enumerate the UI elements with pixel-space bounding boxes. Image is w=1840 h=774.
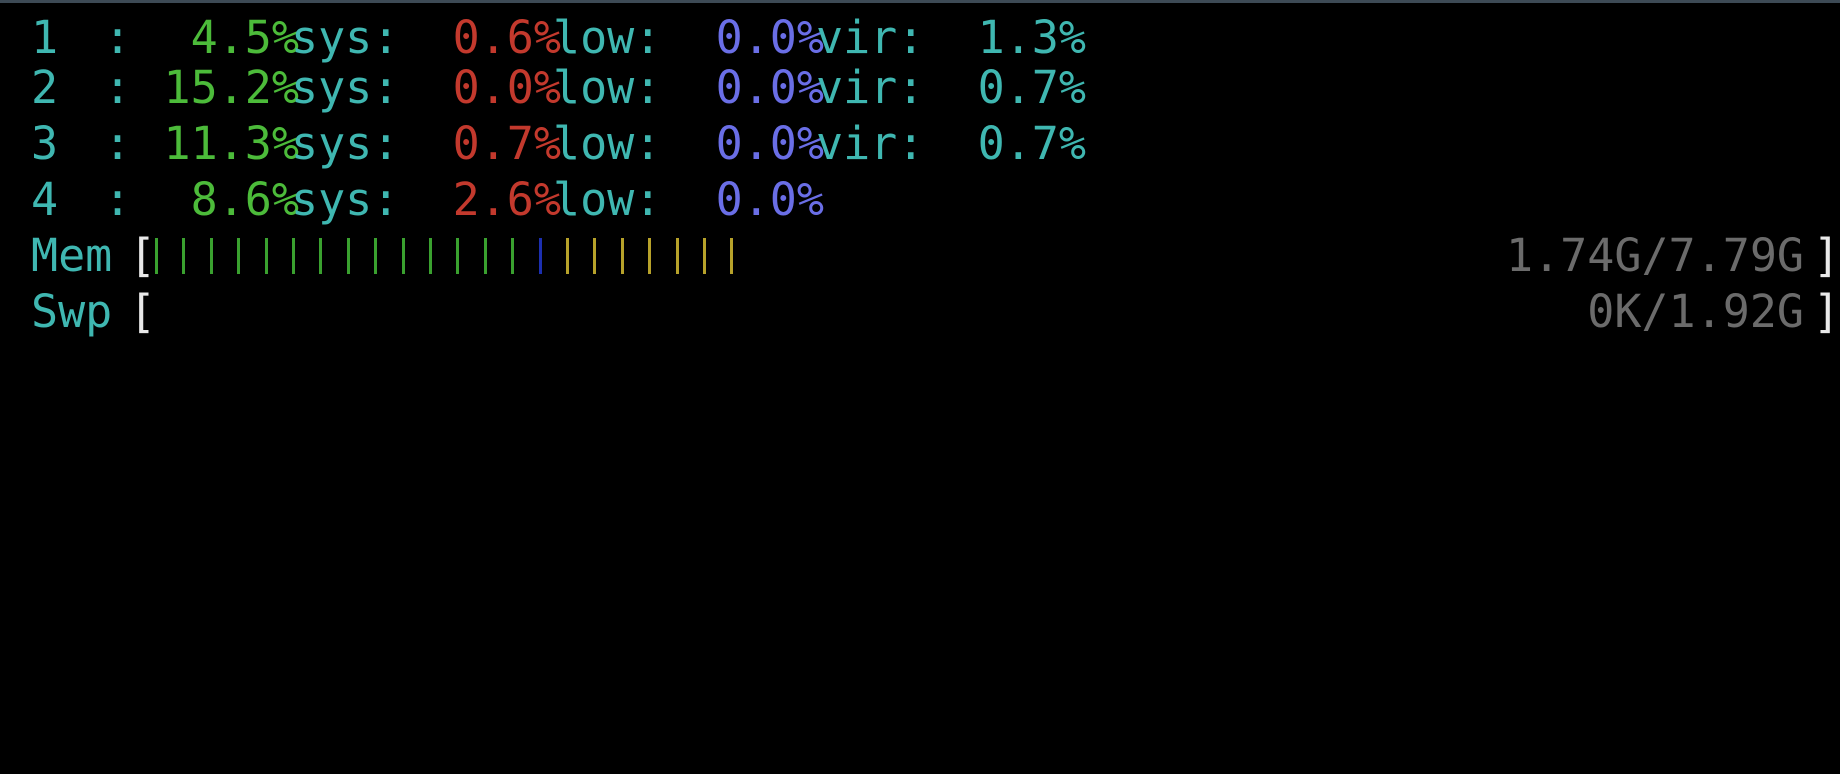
cpu-row-4: 4 : 8.6% sys: 2.6% low: 0.0%: [31, 170, 824, 230]
meter-tick-used: [401, 238, 405, 274]
meter-tick-used: [237, 238, 241, 274]
cpu-low-percent: 0.0%: [715, 117, 824, 170]
cpu-vir-label: vir:: [816, 61, 925, 114]
cpu-id: 3: [31, 117, 59, 170]
swap-usage-value: 0K/1.92G: [1587, 285, 1804, 338]
meter-tick-used: [292, 238, 295, 274]
swap-bar-close-bracket: ]: [1812, 285, 1840, 338]
meter-tick-used: [374, 238, 378, 274]
cpu-separator: :: [104, 117, 132, 170]
meter-tick-used: [209, 238, 213, 274]
cpu-sys-label: sys:: [291, 117, 400, 170]
meter-tick-cache: [620, 238, 624, 274]
meter-tick-used: [456, 238, 460, 274]
meter-tick-used: [511, 238, 515, 274]
cpu-user-percent: 11.3%: [163, 117, 299, 170]
cpu-sys-percent: 0.0%: [452, 61, 561, 114]
cpu-sys-label: sys:: [291, 61, 400, 114]
memory-label: Mem: [31, 229, 113, 282]
cpu-user-percent: 8.6%: [190, 173, 299, 226]
cpu-low-label: low:: [553, 117, 662, 170]
cpu-low-label: low:: [553, 173, 662, 226]
memory-meter: Mem [ 1.74G/7.79G ]: [31, 226, 1840, 286]
memory-bar-open-bracket: [: [129, 229, 157, 282]
cpu-sys-percent: 2.6%: [452, 173, 561, 226]
cpu-separator: :: [104, 173, 132, 226]
cpu-id: 4: [31, 173, 59, 226]
cpu-low-percent: 0.0%: [715, 61, 824, 114]
meter-tick-used: [346, 238, 350, 274]
meter-tick-cache: [703, 238, 706, 274]
cpu-vir-percent: 0.7%: [977, 61, 1086, 114]
meter-tick-cache: [593, 238, 597, 274]
meter-tick-cache: [648, 238, 652, 274]
meter-tick-used: [264, 238, 268, 274]
memory-bar-close-bracket: ]: [1812, 229, 1840, 282]
cpu-vir-label: vir:: [816, 117, 925, 170]
swap-meter: Swp [ 0K/1.92G ]: [31, 282, 1840, 342]
meter-tick-cache: [730, 238, 734, 274]
meter-tick-used: [319, 238, 323, 274]
cpu-row-3: 3 : 11.3% sys: 0.7% low: 0.0% vir: 0.7%: [31, 114, 1086, 174]
cpu-vir-percent: 0.7%: [977, 117, 1086, 170]
cpu-user-percent: 15.2%: [163, 61, 299, 114]
meter-tick-used: [483, 238, 487, 274]
htop-meters-panel: 1 : 4.5% sys: 0.6% low: 0.0% vir: 1.3% 2…: [0, 0, 1840, 412]
memory-usage-value: 1.74G/7.79G: [1505, 229, 1804, 282]
meter-tick-used: [155, 238, 158, 274]
cpu-id: 2: [31, 61, 59, 114]
cpu-sys-label: sys:: [291, 173, 400, 226]
cpu-low-label: low:: [553, 61, 662, 114]
meter-tick-cache: [675, 238, 679, 274]
meter-tick-used: [182, 238, 186, 274]
cpu-low-percent: 0.0%: [715, 173, 824, 226]
cpu-row-2: 2 : 15.2% sys: 0.0% low: 0.0% vir: 0.7%: [31, 58, 1086, 118]
cpu-sys-percent: 0.7%: [452, 117, 561, 170]
meter-tick-buffers: [538, 238, 542, 274]
swap-label: Swp: [31, 285, 113, 338]
swap-bar-open-bracket: [: [129, 285, 157, 338]
cpu-separator: :: [104, 61, 132, 114]
meter-tick-cache: [566, 238, 569, 274]
meter-tick-used: [429, 238, 432, 274]
